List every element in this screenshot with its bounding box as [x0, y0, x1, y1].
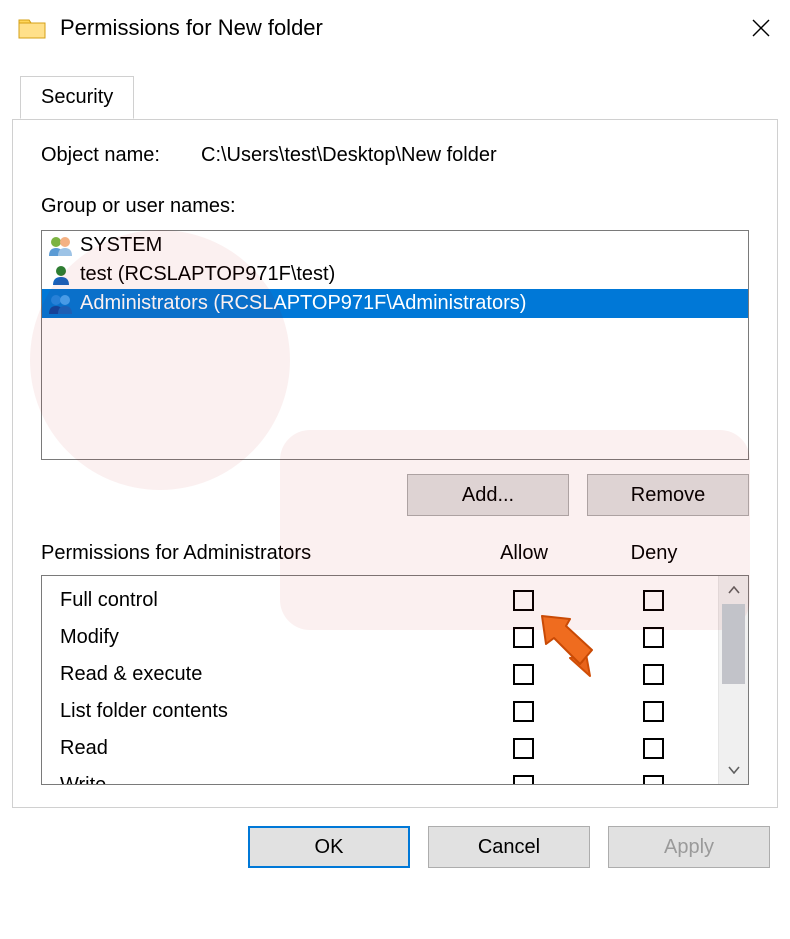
scroll-up-icon[interactable] [719, 576, 749, 604]
permission-row: Read & execute [60, 656, 718, 693]
column-deny: Deny [589, 542, 719, 565]
permission-label: Read & execute [60, 663, 458, 686]
folder-icon [18, 16, 46, 40]
groups-listbox[interactable]: SYSTEM test (RCSLAPTOP971F\test) Adminis… [41, 230, 749, 460]
tab-strip: Security [12, 76, 778, 120]
permissions-listbox: Full control Modify Read & execute List … [41, 575, 749, 785]
checkbox-deny[interactable] [643, 664, 664, 685]
checkbox-deny[interactable] [643, 701, 664, 722]
user-icon [48, 264, 74, 286]
list-item[interactable]: SYSTEM [42, 231, 748, 260]
permission-row: List folder contents [60, 693, 718, 730]
scrollbar[interactable] [718, 576, 748, 784]
checkbox-allow[interactable] [513, 738, 534, 759]
checkbox-allow[interactable] [513, 664, 534, 685]
tab-security[interactable]: Security [20, 76, 134, 119]
add-button[interactable]: Add... [407, 474, 569, 516]
list-item-label: Administrators (RCSLAPTOP971F\Administra… [80, 292, 526, 315]
list-item-label: SYSTEM [80, 234, 162, 257]
checkbox-allow[interactable] [513, 590, 534, 611]
remove-button[interactable]: Remove [587, 474, 749, 516]
permissions-header-label: Permissions for Administrators [41, 542, 459, 565]
permission-label: Read [60, 737, 458, 760]
object-name-value: C:\Users\test\Desktop\New folder [201, 144, 497, 167]
permission-row: Write [60, 767, 718, 784]
ok-button[interactable]: OK [248, 826, 410, 868]
group-icon [48, 293, 74, 315]
list-item[interactable]: test (RCSLAPTOP971F\test) [42, 260, 748, 289]
checkbox-deny[interactable] [643, 775, 664, 784]
list-item[interactable]: Administrators (RCSLAPTOP971F\Administra… [42, 289, 748, 318]
checkbox-allow[interactable] [513, 775, 534, 784]
checkbox-deny[interactable] [643, 590, 664, 611]
dialog-footer: OK Cancel Apply [0, 808, 790, 868]
security-panel: Object name: C:\Users\test\Desktop\New f… [12, 119, 778, 808]
column-allow: Allow [459, 542, 589, 565]
close-icon [752, 19, 770, 37]
checkbox-allow[interactable] [513, 701, 534, 722]
permission-label: Full control [60, 589, 458, 612]
window-title: Permissions for New folder [60, 15, 732, 41]
permission-row: Modify [60, 619, 718, 656]
apply-button[interactable]: Apply [608, 826, 770, 868]
object-name-row: Object name: C:\Users\test\Desktop\New f… [41, 144, 749, 167]
scroll-down-icon[interactable] [719, 756, 749, 784]
permission-label: List folder contents [60, 700, 458, 723]
permission-label: Modify [60, 626, 458, 649]
object-name-label: Object name: [41, 144, 201, 167]
permission-label: Write [60, 774, 458, 784]
groups-label: Group or user names: [41, 195, 749, 218]
scroll-track[interactable] [719, 604, 748, 756]
close-button[interactable] [732, 0, 790, 56]
scroll-thumb[interactable] [722, 604, 745, 684]
list-item-label: test (RCSLAPTOP971F\test) [80, 263, 335, 286]
permission-row: Full control [60, 582, 718, 619]
permission-row: Read [60, 730, 718, 767]
group-icon [48, 235, 74, 257]
titlebar: Permissions for New folder [0, 0, 790, 56]
cancel-button[interactable]: Cancel [428, 826, 590, 868]
checkbox-allow[interactable] [513, 627, 534, 648]
checkbox-deny[interactable] [643, 738, 664, 759]
checkbox-deny[interactable] [643, 627, 664, 648]
permissions-header: Permissions for Administrators Allow Den… [41, 542, 749, 565]
